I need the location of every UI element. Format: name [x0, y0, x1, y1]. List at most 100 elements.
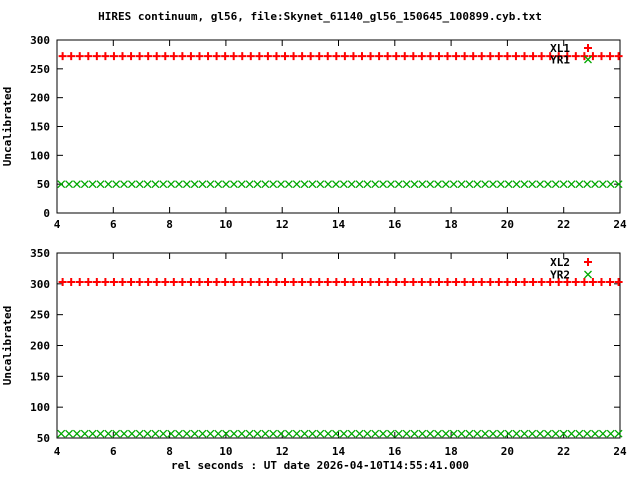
x-tick-label: 20 [501, 218, 514, 231]
x-tick-label: 22 [557, 445, 570, 458]
cross-marker [127, 180, 136, 189]
plus-marker [486, 277, 495, 286]
cross-marker [300, 180, 309, 189]
cross-marker [57, 429, 66, 438]
cross-marker [88, 180, 97, 189]
plus-marker [426, 277, 435, 286]
plus-marker [349, 277, 358, 286]
cross-marker [512, 429, 521, 438]
x-tick-label: 8 [166, 218, 173, 231]
cross-marker [104, 180, 113, 189]
cross-marker [363, 429, 372, 438]
plus-marker [584, 258, 592, 266]
plus-marker [127, 277, 136, 286]
plus-marker [229, 277, 238, 286]
plus-marker [144, 277, 153, 286]
cross-marker [222, 180, 231, 189]
cross-marker [386, 429, 395, 438]
cross-marker [167, 180, 176, 189]
y-tick-label: 150 [30, 370, 50, 383]
cross-marker [324, 429, 333, 438]
x-tick-label: 24 [613, 218, 627, 231]
plus-marker [84, 52, 93, 61]
plus-marker [281, 277, 290, 286]
cross-marker [143, 429, 152, 438]
plus-marker [109, 277, 118, 286]
plus-marker [127, 52, 136, 61]
cross-marker [135, 429, 144, 438]
cross-marker [277, 180, 285, 189]
plus-marker [238, 277, 247, 286]
cross-marker [206, 429, 215, 438]
plus-marker [84, 277, 93, 286]
cross-marker [104, 429, 113, 438]
plus-marker [614, 52, 623, 61]
cross-marker [371, 180, 380, 189]
cross-marker [347, 429, 356, 438]
x-tick-label: 10 [219, 445, 232, 458]
plus-marker [75, 277, 84, 286]
plus-marker [597, 52, 606, 61]
plus-marker [469, 52, 478, 61]
y-tick-label: 100 [30, 149, 50, 162]
plus-marker [537, 52, 546, 61]
plus-marker [161, 52, 170, 61]
plus-marker [357, 277, 366, 286]
x-tick-label: 6 [110, 218, 117, 231]
cross-marker [543, 180, 552, 189]
cross-marker [371, 429, 380, 438]
cross-marker [214, 429, 223, 438]
plus-marker [109, 52, 118, 61]
cross-marker [584, 270, 592, 279]
legend-label-YR1: YR1 [550, 54, 570, 67]
cross-marker [614, 429, 623, 438]
cross-marker [606, 429, 615, 438]
series-XL2 [58, 277, 623, 286]
legend-label-YR2: YR2 [550, 269, 570, 282]
cross-marker [426, 429, 435, 438]
plus-marker [503, 277, 512, 286]
cross-marker [457, 180, 466, 189]
plus-marker [263, 277, 272, 286]
cross-marker [504, 429, 513, 438]
plus-marker [315, 52, 324, 61]
plus-marker [383, 277, 392, 286]
cross-marker [591, 429, 600, 438]
cross-marker [386, 180, 395, 189]
plus-marker [204, 52, 213, 61]
cross-marker [520, 180, 529, 189]
x-tick-label: 24 [613, 445, 627, 458]
plus-marker [332, 52, 341, 61]
plus-marker [469, 277, 478, 286]
cross-marker [159, 180, 168, 189]
cross-marker [449, 180, 458, 189]
plus-marker [520, 52, 529, 61]
cross-marker [583, 180, 592, 189]
y-axis-title: Uncalibrated [1, 87, 14, 166]
plus-marker [614, 277, 623, 286]
cross-marker [394, 180, 403, 189]
plus-marker [520, 277, 529, 286]
cross-marker [536, 180, 545, 189]
y-tick-label: 200 [30, 92, 50, 105]
plus-marker [221, 277, 230, 286]
plus-marker [417, 52, 426, 61]
plus-marker [477, 52, 486, 61]
series-XL1 [58, 52, 623, 61]
cross-marker [441, 429, 450, 438]
plus-marker [289, 277, 298, 286]
cross-marker [127, 429, 136, 438]
cross-marker [159, 429, 168, 438]
cross-marker [528, 180, 537, 189]
plus-marker [580, 277, 589, 286]
cross-marker [284, 429, 293, 438]
plus-marker [511, 52, 520, 61]
plus-marker [281, 52, 290, 61]
cross-marker [379, 180, 388, 189]
plus-marker [272, 277, 281, 286]
plus-marker [178, 52, 187, 61]
cross-marker [182, 180, 191, 189]
plus-marker [118, 277, 127, 286]
plus-marker [452, 277, 461, 286]
plus-marker [571, 52, 580, 61]
